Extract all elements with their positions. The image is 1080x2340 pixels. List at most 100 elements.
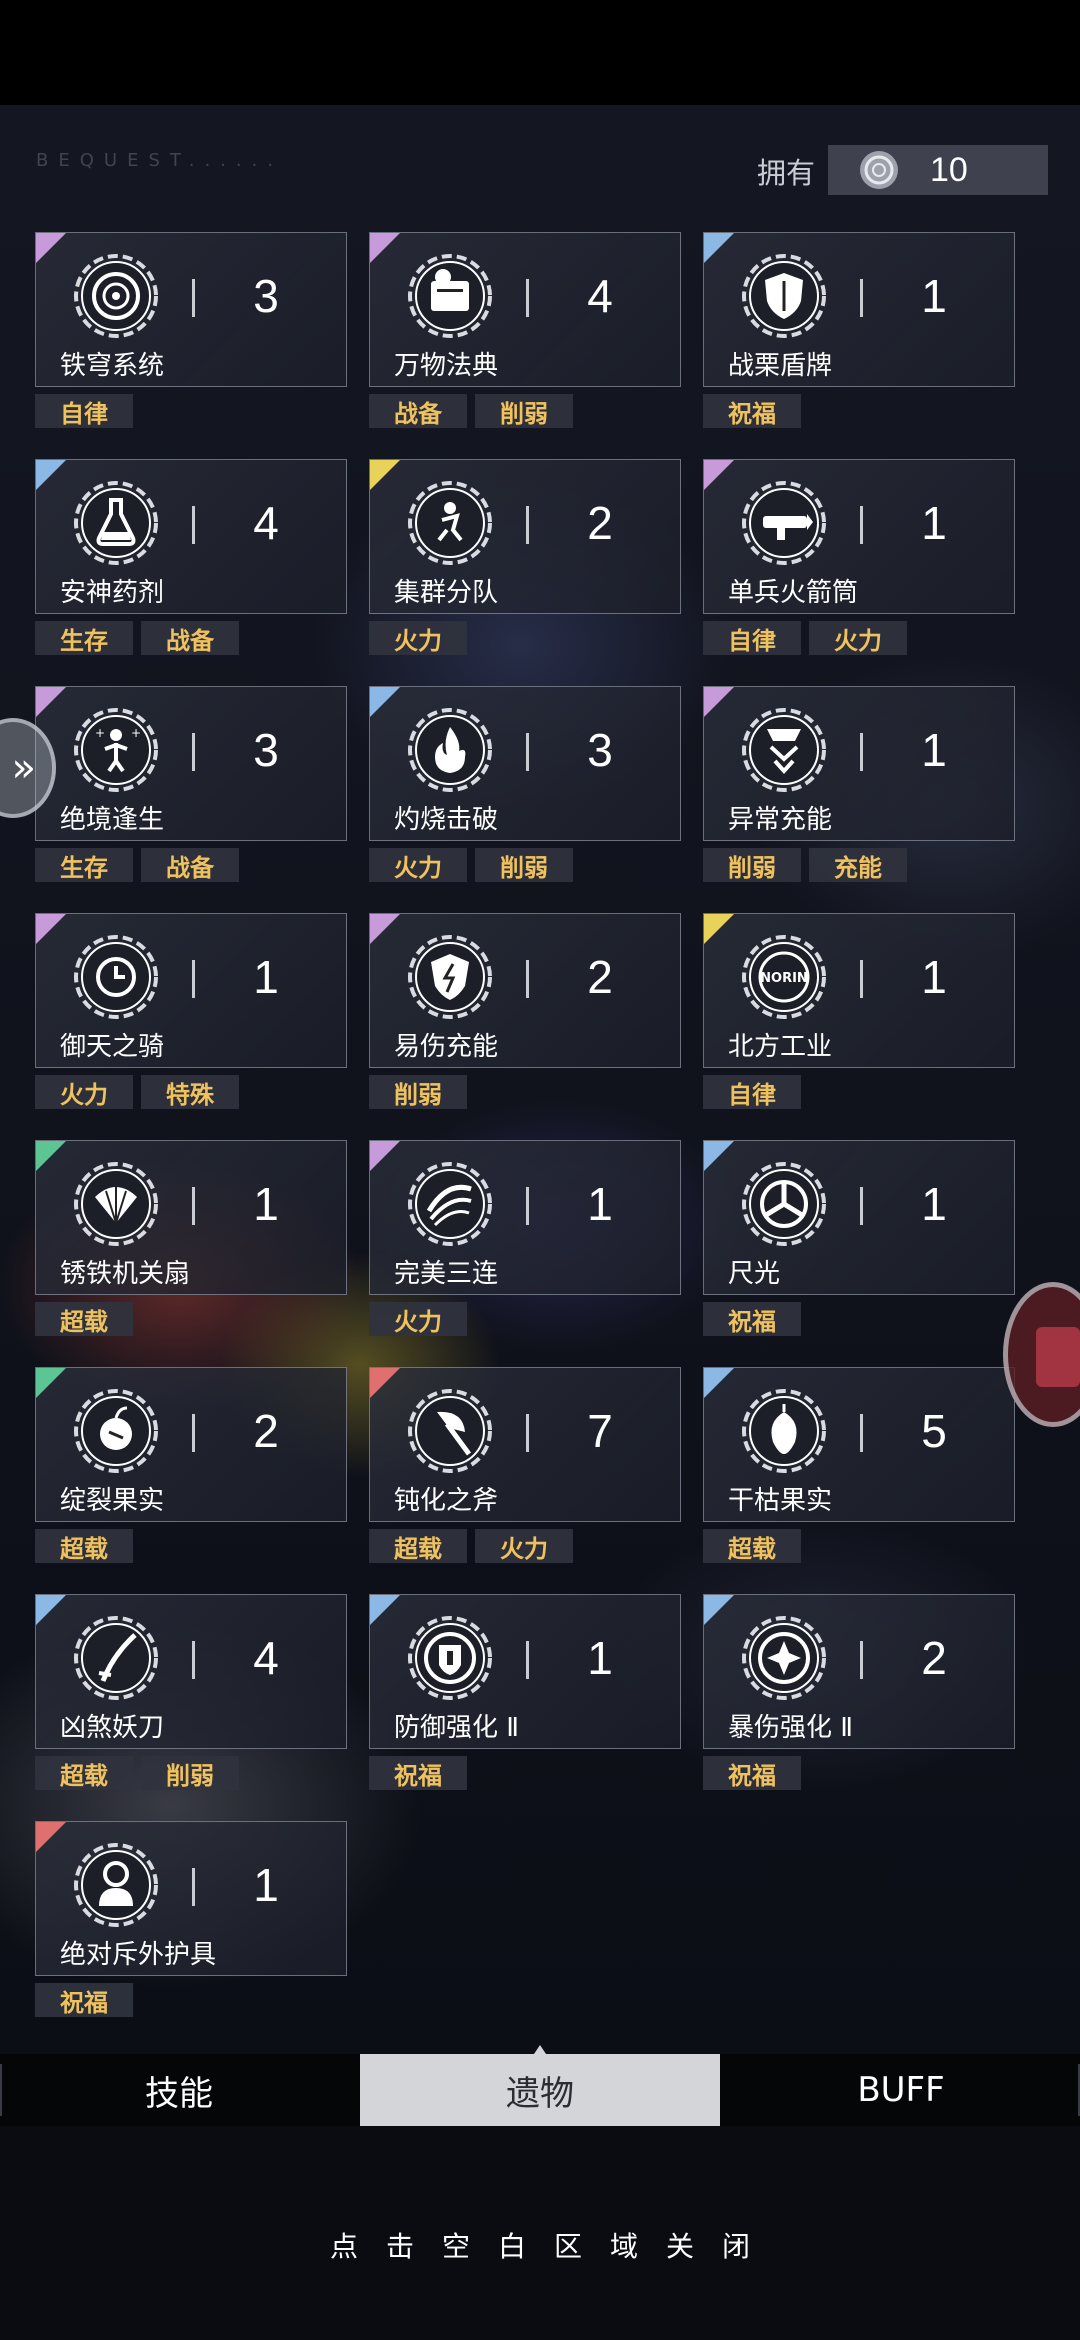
relic-tag: 火力 [475, 1529, 573, 1563]
relic-name: 完美三连 [394, 1259, 499, 1289]
relic-card[interactable]: 1 尺光 [703, 1140, 1015, 1295]
relic-tag: 充能 [809, 848, 907, 882]
relic-count: 1 [921, 1178, 947, 1230]
relic-card[interactable]: 1 防御强化 Ⅱ [369, 1594, 681, 1749]
relic-tag: 自律 [703, 621, 801, 655]
relic-tag: 特殊 [141, 1075, 239, 1109]
defense-badge-icon [408, 1616, 492, 1700]
rarity-corner [704, 914, 734, 944]
rarity-corner [36, 1141, 66, 1171]
count-separator [192, 1641, 195, 1679]
relic-tags: 战备 削弱 [369, 394, 573, 428]
active-tab-pointer [534, 2045, 546, 2054]
tab-relics[interactable]: 遗物 [360, 2054, 720, 2126]
revive-figure-icon: ++ [74, 708, 158, 792]
rarity-corner [36, 233, 66, 263]
relic-card[interactable]: 1 异常充能 [703, 686, 1015, 841]
relic-count: 1 [921, 724, 947, 776]
rarity-corner [370, 460, 400, 490]
double-chevron-right-icon: » [11, 745, 36, 791]
relic-card[interactable]: 2 暴伤强化 Ⅱ [703, 1594, 1015, 1749]
relic-tags: 生存 战备 [35, 848, 239, 882]
relic-card[interactable]: 3 铁穹系统 [35, 232, 347, 387]
count-separator [192, 733, 195, 771]
count-separator [526, 506, 529, 544]
relic-card[interactable]: 2 集群分队 [369, 459, 681, 614]
relic-card[interactable]: 4 凶煞妖刀 [35, 1594, 347, 1749]
relic-count: 1 [253, 1859, 279, 1911]
relic-tag: 战备 [141, 621, 239, 655]
relic-card[interactable]: 5 干枯果实 [703, 1367, 1015, 1522]
relic-name: 铁穹系统 [60, 351, 165, 381]
relic-name: 御天之骑 [60, 1032, 165, 1062]
relic-name: 防御强化 Ⅱ [394, 1713, 520, 1743]
relic-name: 尺光 [728, 1259, 781, 1289]
rarity-corner [36, 1368, 66, 1398]
rarity-corner [704, 1595, 734, 1625]
count-separator [860, 960, 863, 998]
energy-chevron-icon [742, 708, 826, 792]
relic-tags: 超载 [703, 1529, 801, 1563]
relic-card[interactable]: 4 安神药剂 [35, 459, 347, 614]
armor-figure-icon [74, 1843, 158, 1927]
relic-name: 集群分队 [394, 578, 499, 608]
count-separator [192, 1187, 195, 1225]
clock-target-icon [74, 935, 158, 1019]
tri-blade-icon [742, 1162, 826, 1246]
relic-tag: 祝福 [703, 1756, 801, 1790]
relic-card[interactable]: 1 战栗盾牌 [703, 232, 1015, 387]
relic-tag: 火力 [369, 621, 467, 655]
relic-count: 1 [921, 497, 947, 549]
crit-star-icon [742, 1616, 826, 1700]
rarity-corner [36, 1822, 66, 1852]
tab-divider [0, 2064, 2, 2116]
relic-card[interactable]: 3 灼烧击破 [369, 686, 681, 841]
relic-card[interactable]: 2 易伤充能 [369, 913, 681, 1068]
relic-card[interactable]: 1 完美三连 [369, 1140, 681, 1295]
rarity-corner [704, 687, 734, 717]
tab-buff[interactable]: BUFF [722, 2054, 1080, 2126]
relic-card[interactable]: 1 御天之骑 [35, 913, 347, 1068]
count-separator [526, 960, 529, 998]
count-separator [192, 1414, 195, 1452]
relic-tags: 祝福 [703, 1756, 801, 1790]
flame-icon [408, 708, 492, 792]
bequest-title: BEQUEST...... [36, 150, 284, 171]
relic-tag: 祝福 [369, 1756, 467, 1790]
relic-card[interactable]: 2 绽裂果实 [35, 1367, 347, 1522]
relic-card[interactable]: 1 锈铁机关扇 [35, 1140, 347, 1295]
count-separator [526, 1641, 529, 1679]
relic-tag: 火力 [369, 1302, 467, 1336]
count-separator [860, 279, 863, 317]
relic-count: 1 [253, 951, 279, 1003]
count-separator [526, 1187, 529, 1225]
rarity-corner [704, 233, 734, 263]
relic-tags: 自律 [703, 1075, 801, 1109]
svg-text:+: + [131, 726, 141, 740]
relic-count: 1 [587, 1178, 613, 1230]
relic-card[interactable]: 1 单兵火箭筒 [703, 459, 1015, 614]
relic-name: 灼烧击破 [394, 805, 499, 835]
triple-slash-icon [408, 1162, 492, 1246]
relic-tag: 超载 [369, 1529, 467, 1563]
svg-text:+: + [95, 726, 105, 740]
relic-card[interactable]: 1 绝对斥外护具 [35, 1821, 347, 1976]
relic-card[interactable]: 4 万物法典 [369, 232, 681, 387]
tab-skills[interactable]: 技能 [0, 2054, 358, 2126]
relic-tag: 超载 [703, 1529, 801, 1563]
relic-card[interactable]: NORIN 1 北方工业 [703, 913, 1015, 1068]
relic-tags: 自律 [35, 394, 133, 428]
relic-card[interactable]: + +3 绝境逢生 [35, 686, 347, 841]
count-separator [526, 279, 529, 317]
count-separator [860, 506, 863, 544]
relic-count: 1 [921, 270, 947, 322]
relic-name: 绽裂果实 [60, 1486, 165, 1516]
status-bar [0, 0, 1080, 105]
relic-card[interactable]: 7 钝化之斧 [369, 1367, 681, 1522]
relic-tag: 战备 [369, 394, 467, 428]
relic-name: 异常充能 [728, 805, 833, 835]
relic-count: 4 [587, 270, 613, 322]
relic-tags: 超载 [35, 1302, 133, 1336]
relic-tag: 削弱 [369, 1075, 467, 1109]
relic-name: 单兵火箭筒 [728, 578, 859, 608]
